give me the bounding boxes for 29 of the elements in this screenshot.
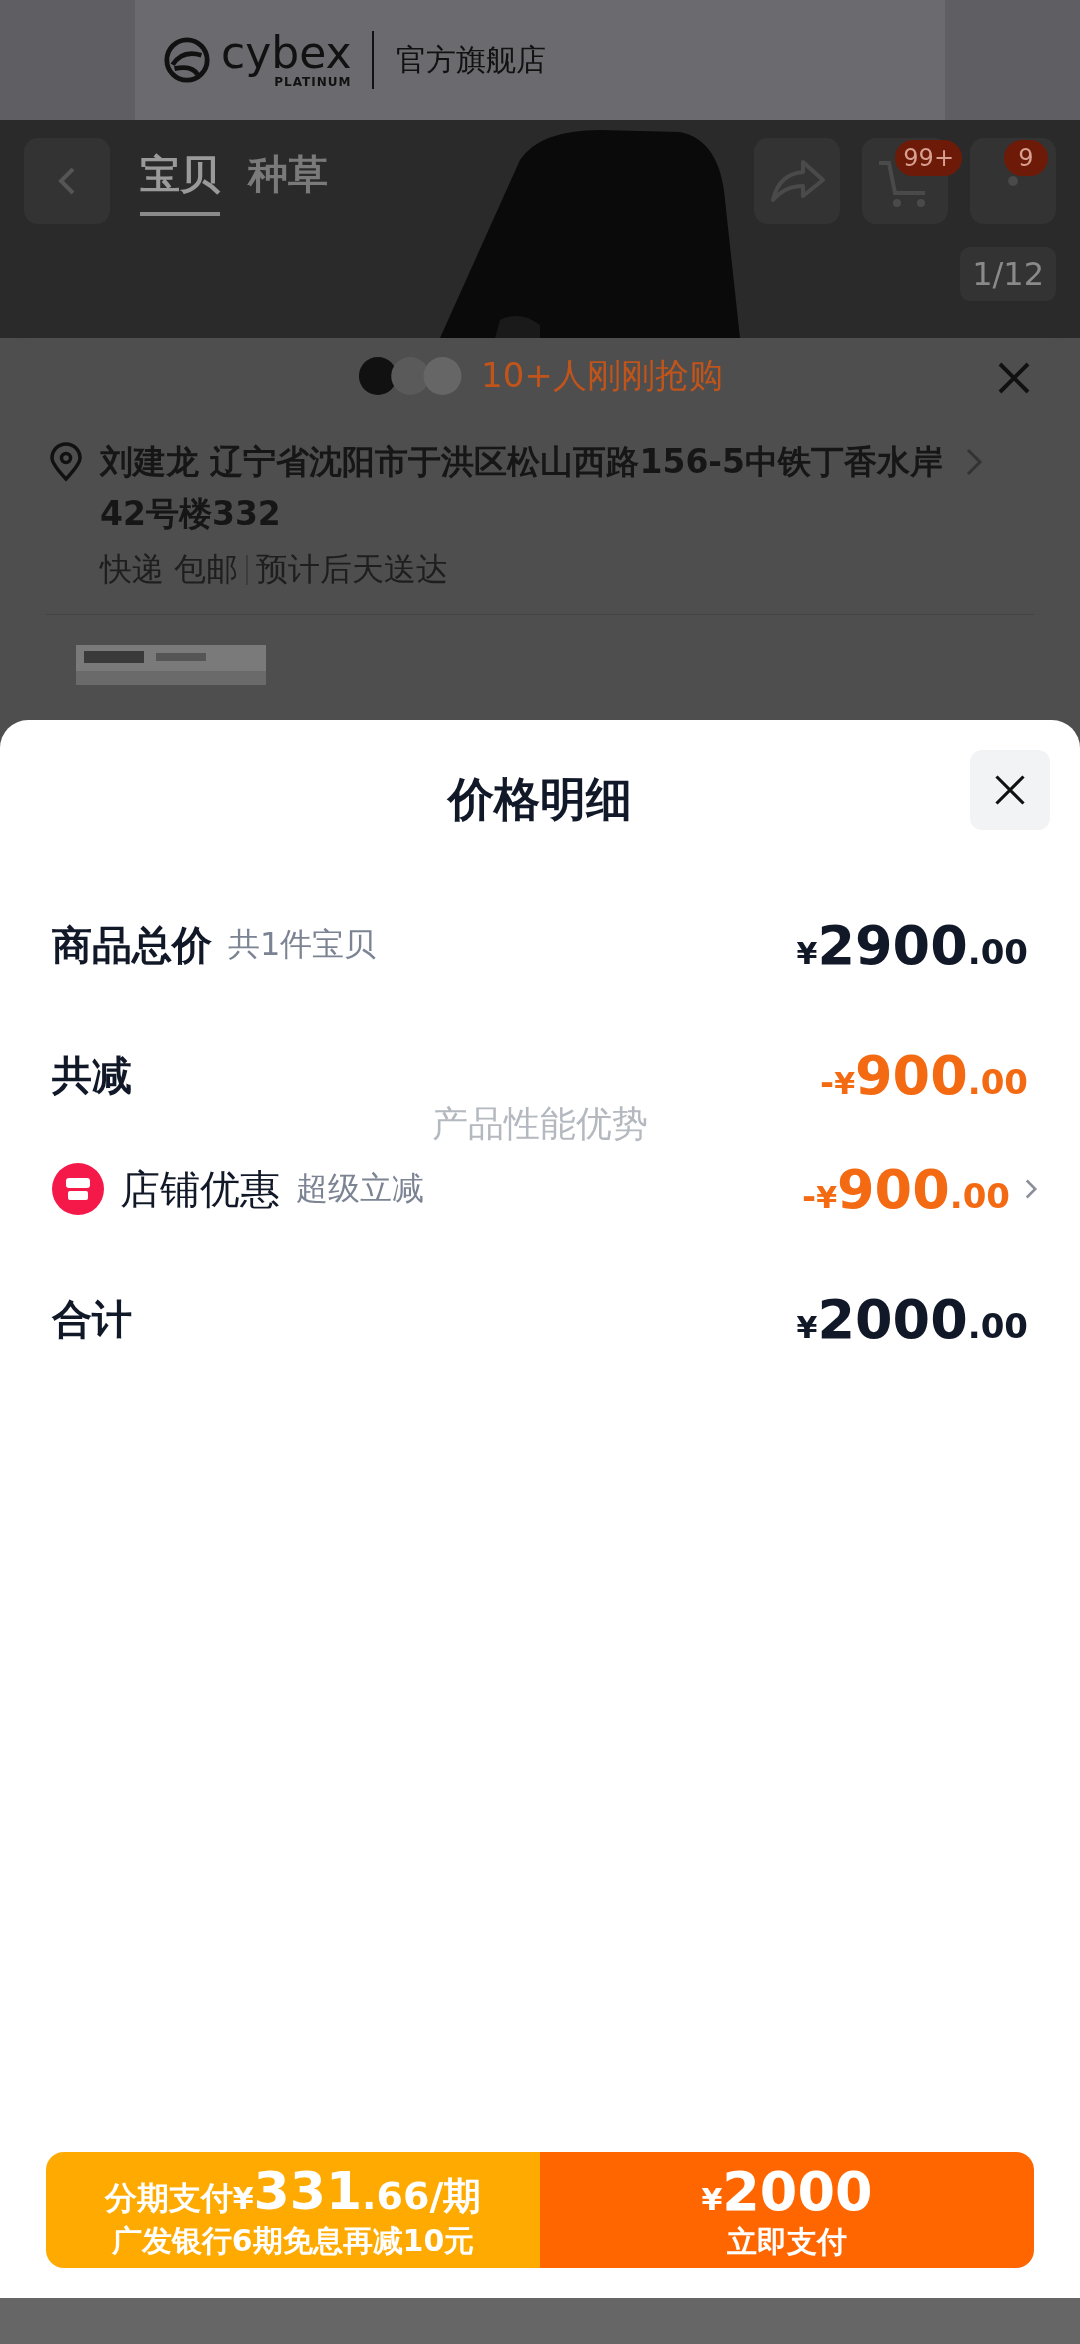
- nav-tab[interactable]: 宝贝: [140, 146, 220, 216]
- installment-button[interactable]: 分期支付¥331.66/期 广发银行6期免息再减10元: [46, 2152, 540, 2268]
- cart-badge: 99+: [895, 140, 962, 176]
- sheet-title: 价格明细: [448, 771, 632, 828]
- price-label: 共减: [52, 1050, 132, 1100]
- price-note: 共1件宝贝: [228, 924, 377, 965]
- price-note: 超级立减: [296, 1168, 424, 1209]
- logo-subtitle: PLATINUM: [274, 75, 352, 89]
- price-amount: ¥2000.00: [796, 1287, 1028, 1351]
- logo-text: cybex: [221, 31, 352, 75]
- image-counter: 1/12: [960, 247, 1056, 301]
- store-name: 官方旗舰店: [395, 40, 546, 79]
- share-button[interactable]: [754, 138, 840, 224]
- back-button[interactable]: [24, 138, 110, 224]
- shipping-address: 刘建龙 辽宁省沈阳市于洪区松山西路156-5中铁丁香水岸42号楼332: [100, 441, 945, 535]
- buyers-notice: 10+人刚刚抢购: [481, 354, 723, 397]
- nav-tab[interactable]: 种草: [248, 146, 328, 216]
- price-amount: -¥900.00: [820, 1043, 1028, 1107]
- faint-caption: 产品性能优势: [432, 1104, 648, 1144]
- logo-icon: [163, 36, 211, 84]
- shop-icon: [52, 1163, 104, 1215]
- price-amount: -¥900.00: [802, 1157, 1010, 1221]
- price-amount: ¥2900.00: [796, 913, 1028, 977]
- price-label: 店铺优惠: [120, 1164, 280, 1214]
- price-label: 合计: [52, 1294, 132, 1344]
- dot-icon: [1006, 174, 1020, 188]
- pay-now-button[interactable]: ¥2000 立即支付: [540, 2152, 1034, 2268]
- close-button[interactable]: [970, 750, 1050, 830]
- price-label: 商品总价: [52, 920, 212, 970]
